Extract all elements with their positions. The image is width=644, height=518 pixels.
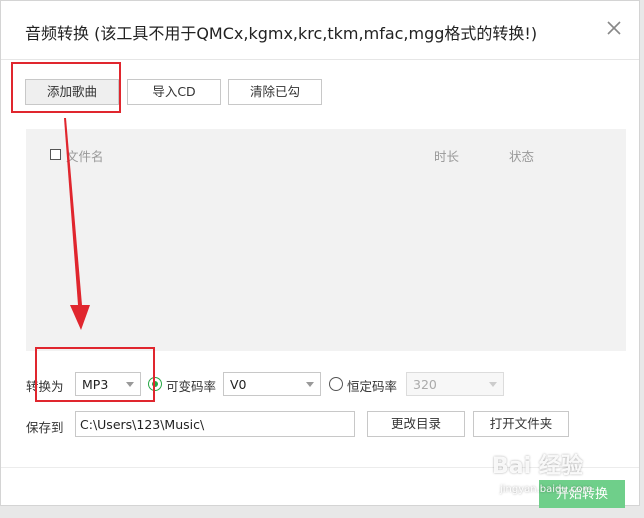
- format-select-value: MP3: [82, 377, 109, 392]
- save-to-label: 保存到: [26, 420, 64, 435]
- open-folder-button[interactable]: 打开文件夹: [473, 411, 569, 437]
- change-directory-button[interactable]: 更改目录: [367, 411, 465, 437]
- audio-convert-dialog: 音频转换 (该工具不用于QMCx,kgmx,krc,tkm,mfac,mgg格式…: [0, 0, 640, 508]
- dialog-title: 音频转换 (该工具不用于QMCx,kgmx,krc,tkm,mfac,mgg格式…: [25, 24, 538, 43]
- chevron-down-icon: [306, 382, 314, 387]
- select-all-checkbox[interactable]: [50, 149, 61, 160]
- column-header-duration: 时长: [434, 149, 460, 164]
- clear-checked-button[interactable]: 清除已勾: [228, 79, 322, 105]
- format-select[interactable]: MP3: [75, 372, 141, 396]
- vbr-select-value: V0: [230, 377, 247, 392]
- vbr-radio[interactable]: [148, 377, 162, 391]
- cbr-select-value: 320: [413, 377, 437, 392]
- close-icon[interactable]: [603, 17, 625, 39]
- chevron-down-icon: [126, 382, 134, 387]
- add-song-button[interactable]: 添加歌曲: [25, 79, 119, 105]
- vbr-select[interactable]: V0: [223, 372, 321, 396]
- file-list[interactable]: 文件名 时长 状态: [26, 129, 626, 351]
- cbr-select: 320: [406, 372, 504, 396]
- title-divider: [1, 59, 639, 60]
- save-path-input[interactable]: [75, 411, 355, 437]
- cbr-radio[interactable]: [329, 377, 343, 391]
- chevron-down-icon: [489, 382, 497, 387]
- start-convert-button[interactable]: 开始转换: [539, 480, 625, 508]
- dialog-footer: 开始转换: [1, 467, 639, 508]
- vbr-label: 可变码率: [166, 379, 217, 394]
- column-header-status: 状态: [509, 149, 535, 164]
- import-cd-button[interactable]: 导入CD: [127, 79, 221, 105]
- cbr-label: 恒定码率: [347, 379, 398, 394]
- convert-to-label: 转换为: [26, 379, 64, 394]
- title-bar: 音频转换 (该工具不用于QMCx,kgmx,krc,tkm,mfac,mgg格式…: [1, 1, 639, 59]
- column-header-filename: 文件名: [66, 149, 104, 164]
